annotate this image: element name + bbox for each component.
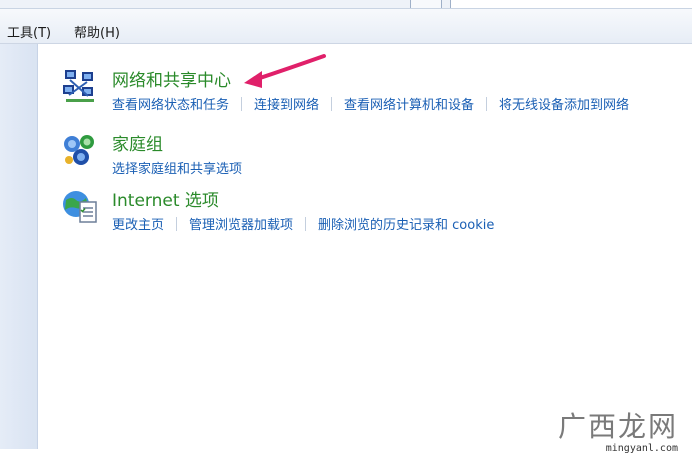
category-title[interactable]: Internet 选项 bbox=[112, 186, 219, 211]
link-view-network-computers[interactable]: 查看网络计算机和设备 bbox=[344, 94, 474, 113]
control-panel-content: 网络和共享中心 查看网络状态和任务 连接到网络 查看网络计算机和设备 将无线设备… bbox=[38, 44, 692, 449]
menu-help[interactable]: 帮助(H) bbox=[74, 22, 120, 41]
link-change-homepage[interactable]: 更改主页 bbox=[112, 214, 164, 233]
watermark: 广西龙网 mingyanl.com bbox=[558, 405, 678, 454]
network-icon bbox=[63, 70, 94, 102]
link-connect-to-network[interactable]: 连接到网络 bbox=[254, 94, 319, 113]
link-separator bbox=[331, 96, 333, 111]
category-links: 查看网络状态和任务 连接到网络 查看网络计算机和设备 将无线设备添加到网络 bbox=[112, 94, 629, 113]
link-manage-addons[interactable]: 管理浏览器加载项 bbox=[189, 214, 293, 233]
window-top-bar bbox=[0, 0, 692, 9]
category-title[interactable]: 家庭组 bbox=[112, 130, 163, 155]
category-links: 选择家庭组和共享选项 bbox=[112, 158, 242, 177]
link-delete-browsing-history[interactable]: 删除浏览的历史记录和 cookie bbox=[318, 214, 494, 233]
link-separator bbox=[176, 216, 178, 231]
category-links: 更改主页 管理浏览器加载项 删除浏览的历史记录和 cookie bbox=[112, 214, 494, 233]
link-add-wireless-device[interactable]: 将无线设备添加到网络 bbox=[499, 94, 629, 113]
category-title[interactable]: 网络和共享中心 bbox=[112, 66, 231, 91]
left-pane bbox=[0, 44, 38, 449]
annotation-arrow-icon bbox=[244, 54, 326, 88]
menu-tools[interactable]: 工具(T) bbox=[7, 22, 51, 41]
link-separator bbox=[486, 96, 488, 111]
homegroup-icon bbox=[64, 135, 94, 165]
search-box-fragment[interactable] bbox=[450, 0, 692, 8]
internet-options-icon bbox=[63, 191, 97, 223]
menu-bar: 工具(T) 帮助(H) bbox=[0, 9, 692, 44]
link-separator bbox=[305, 216, 307, 231]
watermark-title: 广西龙网 bbox=[557, 410, 678, 443]
toolbar-button-fragment[interactable] bbox=[410, 0, 442, 8]
link-view-network-status[interactable]: 查看网络状态和任务 bbox=[112, 94, 229, 113]
link-homegroup-sharing-options[interactable]: 选择家庭组和共享选项 bbox=[112, 158, 242, 177]
link-separator bbox=[241, 96, 243, 111]
